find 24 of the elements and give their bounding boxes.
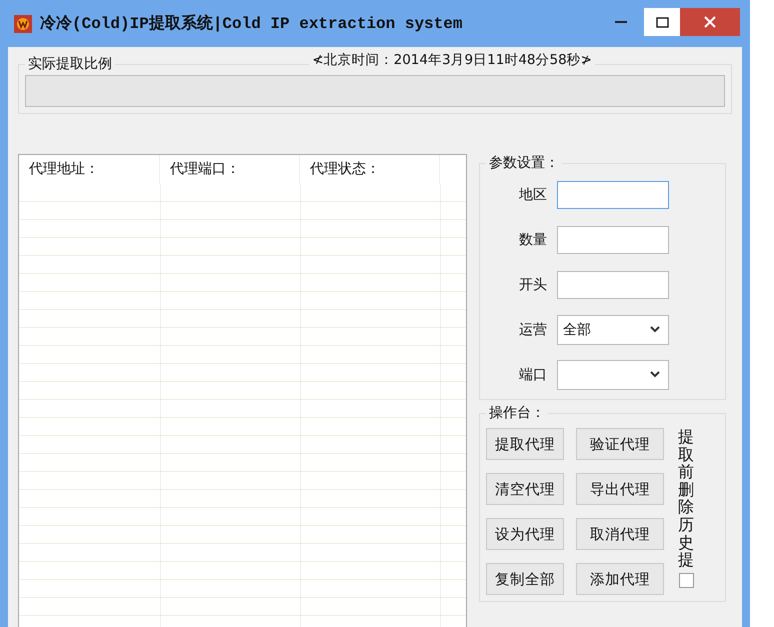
field-label: 地区 [519,186,547,204]
action-button[interactable]: 验证代理 [576,428,664,460]
group-label: 操作台： [488,404,546,422]
action-button[interactable]: 复制全部 [486,563,564,595]
window-title: 冷冷(Cold)IP提取系统|Cold IP extraction system [40,13,462,34]
action-button[interactable]: 取消代理 [576,518,664,550]
dropdown[interactable]: 全部 [557,314,669,344]
field-label: 数量 [519,230,547,248]
action-button[interactable]: 设为代理 [486,518,564,550]
action-button[interactable]: 提取代理 [486,428,564,460]
action-button[interactable]: 添加代理 [576,563,664,595]
group-label: 参数设置： [488,154,560,172]
group-label: 实际提取比例 [27,55,113,73]
field-label: 端口 [519,366,547,384]
action-button[interactable]: 导出代理 [576,473,664,505]
option-label: 提取前删除历史提 [678,428,694,569]
field-label: 开头 [519,276,547,294]
column-header[interactable]: 代理端口： [160,155,300,184]
dropdown-value: 全部 [563,320,591,338]
field-label: 运营 [519,320,547,338]
column-header[interactable]: 代理状态： [300,155,440,184]
column-header[interactable]: 代理地址： [19,155,160,184]
action-button[interactable]: 清空代理 [486,473,564,505]
beijing-time: ≮北京时间：2014年3月9日11时48分58秒≯ [309,51,595,69]
